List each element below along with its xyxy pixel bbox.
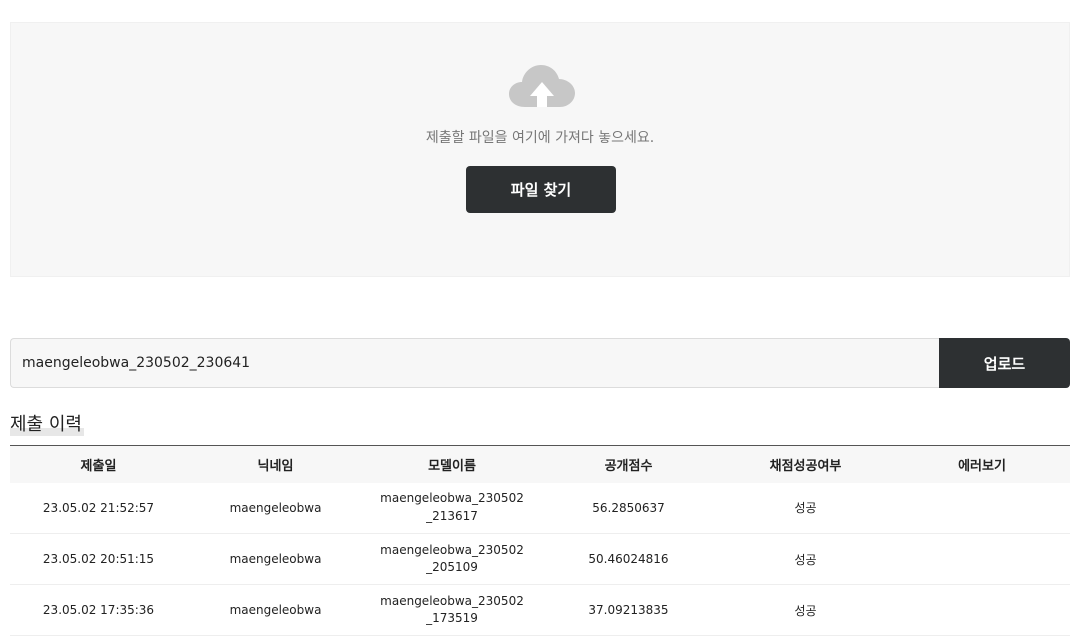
cell-model: maengeleobwa_230502_205109 — [364, 533, 540, 585]
model-name-input[interactable] — [10, 338, 940, 388]
cell-nickname: maengeleobwa — [187, 533, 364, 585]
column-header-score: 공개점수 — [604, 458, 653, 474]
cell-nickname: maengeleobwa — [187, 584, 364, 636]
cell-status: 성공 — [717, 482, 894, 534]
cloud-upload-icon — [509, 65, 575, 107]
history-title: 제출 이력 — [10, 410, 84, 436]
cell-score: 50.46024816 — [540, 533, 717, 585]
table-row: 23.05.02 20:51:15 maengeleobwa maengeleo… — [10, 533, 1070, 585]
history-table: 제출일 닉네임 모델이름 공개점수 채점성공여부 에러보기 23.05.02 2… — [10, 445, 1070, 636]
cell-date: 23.05.02 21:52:57 — [10, 482, 187, 534]
find-file-button[interactable]: 파일 찾기 — [466, 166, 616, 213]
cell-status: 성공 — [717, 584, 894, 636]
file-dropzone[interactable]: 제출할 파일을 여기에 가져다 놓으세요. 파일 찾기 — [10, 22, 1070, 277]
cell-status: 성공 — [717, 533, 894, 585]
column-header-status: 채점성공여부 — [769, 458, 842, 474]
cell-error — [894, 584, 1070, 636]
cell-score: 37.09213835 — [540, 584, 717, 636]
column-header-date: 제출일 — [80, 458, 117, 474]
cell-date: 23.05.02 20:51:15 — [10, 533, 187, 585]
column-header-nickname: 닉네임 — [257, 458, 294, 474]
table-row: 23.05.02 21:52:57 maengeleobwa maengeleo… — [10, 482, 1070, 534]
column-header-error: 에러보기 — [958, 458, 1006, 474]
dropzone-hint: 제출할 파일을 여기에 가져다 놓으세요. — [425, 130, 655, 146]
table-header-row: 제출일 닉네임 모델이름 공개점수 채점성공여부 에러보기 — [10, 445, 1070, 483]
cell-error — [894, 482, 1070, 534]
column-header-model: 모델이름 — [428, 458, 476, 474]
cell-date: 23.05.02 17:35:36 — [10, 584, 187, 636]
upload-button[interactable]: 업로드 — [939, 338, 1070, 388]
table-row: 23.05.02 17:35:36 maengeleobwa maengeleo… — [10, 584, 1070, 636]
cell-score: 56.2850637 — [540, 482, 717, 534]
cell-nickname: maengeleobwa — [187, 482, 364, 534]
cell-model: maengeleobwa_230502_173519 — [364, 584, 540, 636]
cell-error — [894, 533, 1070, 585]
cell-model: maengeleobwa_230502_213617 — [364, 482, 540, 534]
